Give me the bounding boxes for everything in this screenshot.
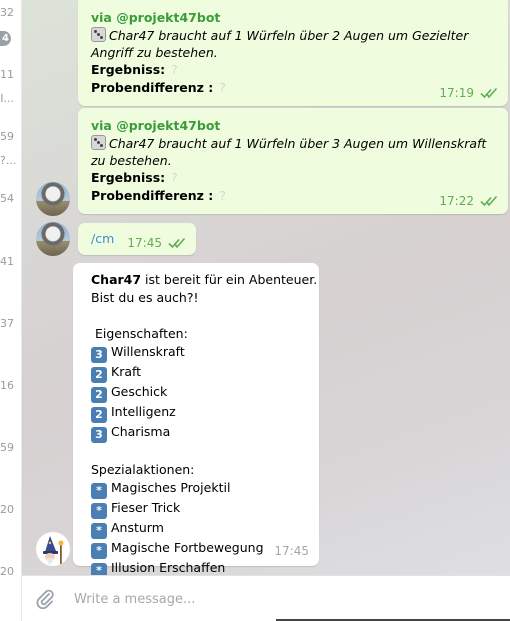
difference-value: ? — [219, 188, 226, 203]
chat-list-fragment[interactable]: 41 — [0, 255, 14, 268]
asterisk-keycap-icon: * — [91, 543, 107, 559]
chat-list-fragment[interactable]: 20 — [0, 565, 14, 578]
intro-line: Char47 ist bereit für ein Abenteuer. — [91, 271, 317, 289]
result-row: Ergebniss:? — [91, 169, 496, 187]
message-input[interactable] — [74, 592, 454, 607]
result-value: ? — [171, 62, 178, 77]
attach-paperclip-icon[interactable] — [34, 588, 56, 610]
attribute-row: 2 Geschick — [91, 383, 309, 403]
number-keycap-icon: 3 — [91, 347, 107, 363]
asterisk-keycap-icon: * — [91, 483, 107, 499]
attribute-row: 2 Intelligenz — [91, 403, 309, 423]
action-name: Magisches Projektil — [111, 480, 231, 495]
message-time: 17:45 — [274, 544, 309, 558]
chat-list-fragment[interactable]: 20 — [0, 503, 14, 516]
bot-reply-bubble[interactable]: Char47 ist bereit für ein Abenteuer. Bis… — [73, 263, 319, 575]
asterisk-keycap-icon: * — [91, 523, 107, 539]
message-text-content: Char47 braucht auf 1 Würfeln über 3 Auge… — [91, 136, 487, 168]
via-bot-label[interactable]: via @projekt47bot — [91, 118, 496, 133]
chat-list-fragment[interactable]: 32 — [0, 6, 14, 19]
attribute-name: Charisma — [111, 424, 171, 439]
message-text: Char47 braucht auf 1 Würfeln über 2 Auge… — [91, 27, 496, 61]
attribute-row: 3 Willenskraft — [91, 343, 309, 363]
action-row: * Fieser Trick — [91, 499, 309, 519]
message-meta: 17:19 — [439, 86, 498, 100]
message-meta: 17:45 — [127, 236, 186, 250]
attribute-name: Geschick — [111, 384, 168, 399]
difference-row: Probendifferenz :? — [91, 79, 496, 97]
result-value: ? — [171, 170, 178, 185]
chat-list-fragment[interactable]: 37 — [0, 317, 14, 330]
message-text: Char47 braucht auf 1 Würfeln über 3 Auge… — [91, 135, 496, 169]
number-keycap-icon: 2 — [91, 387, 107, 403]
bot-message-bubble[interactable]: via @projekt47bot Char47 braucht auf 1 W… — [78, 0, 508, 106]
chat-list-fragment[interactable]: 16 — [0, 379, 14, 392]
user-avatar[interactable] — [36, 182, 70, 216]
double-check-icon — [480, 195, 498, 207]
number-keycap-icon: 2 — [91, 407, 107, 423]
bot-message-bubble[interactable]: via @projekt47bot Char47 braucht auf 1 W… — [78, 108, 508, 214]
character-name: Char47 — [91, 272, 142, 287]
number-keycap-icon: 3 — [91, 427, 107, 443]
result-label: Ergebniss: — [91, 170, 166, 185]
intro-question: Bist du es auch?! — [91, 290, 199, 305]
difference-value: ? — [219, 80, 226, 95]
attribute-name: Willenskraft — [111, 344, 185, 359]
message-time: 17:45 — [127, 236, 162, 250]
command-message-bubble[interactable]: /cm 17:45 — [78, 223, 196, 255]
number-keycap-icon: 2 — [91, 367, 107, 383]
asterisk-keycap-icon: * — [91, 563, 107, 575]
chat-list-strip: 32 4 11 I... 59 ?... 54 41 37 16 59 20 2… — [0, 0, 22, 621]
attribute-row: 3 Charisma — [91, 423, 309, 443]
bot-avatar[interactable] — [36, 532, 70, 566]
double-check-icon — [480, 87, 498, 99]
attributes-heading: Eigenschaften: — [95, 326, 188, 341]
wizard-icon — [43, 536, 64, 565]
actions-heading: Spezialaktionen: — [91, 462, 195, 477]
attribute-name: Intelligenz — [111, 404, 176, 419]
difference-row: Probendifferenz :? — [91, 187, 496, 205]
result-row: Ergebniss:? — [91, 61, 496, 79]
message-time: 17:19 — [439, 86, 474, 100]
dice-icon — [91, 27, 106, 42]
chat-list-fragment[interactable]: 54 — [0, 192, 14, 205]
chat-list-fragment[interactable]: I... — [0, 92, 14, 105]
unread-badge: 4 — [0, 31, 11, 46]
attribute-name: Kraft — [111, 364, 142, 379]
difference-label: Probendifferenz : — [91, 188, 214, 203]
action-row: * Ansturm — [91, 519, 309, 539]
chat-history[interactable]: via @projekt47bot Char47 braucht auf 1 W… — [22, 0, 510, 575]
message-text-content: Char47 braucht auf 1 Würfeln über 2 Auge… — [91, 28, 469, 60]
action-row: * Illusion Erschaffen — [91, 559, 309, 575]
attribute-row: 2 Kraft — [91, 363, 309, 383]
action-name: Illusion Erschaffen — [111, 560, 226, 575]
action-name: Ansturm — [111, 520, 164, 535]
action-name: Fieser Trick — [111, 500, 181, 515]
dice-icon — [91, 135, 106, 150]
double-check-icon — [168, 237, 186, 249]
result-label: Ergebniss: — [91, 62, 166, 77]
user-avatar[interactable] — [36, 222, 70, 256]
asterisk-keycap-icon: * — [91, 503, 107, 519]
message-composer — [22, 575, 510, 621]
chat-list-fragment[interactable]: 11 — [0, 68, 14, 81]
action-row: * Magisches Projektil — [91, 479, 309, 499]
bot-command-link[interactable]: /cm — [91, 231, 114, 246]
chat-list-fragment[interactable]: 59 — [0, 441, 14, 454]
via-bot-label[interactable]: via @projekt47bot — [91, 10, 496, 25]
chat-list-fragment[interactable]: 59 — [0, 130, 14, 143]
chat-list-fragment[interactable]: ?... — [0, 154, 16, 167]
message-meta: 17:22 — [439, 194, 498, 208]
action-name: Magische Fortbewegung — [111, 540, 264, 555]
message-time: 17:22 — [439, 194, 474, 208]
intro-text: ist bereit für ein Abenteuer. — [141, 272, 318, 287]
difference-label: Probendifferenz : — [91, 80, 214, 95]
